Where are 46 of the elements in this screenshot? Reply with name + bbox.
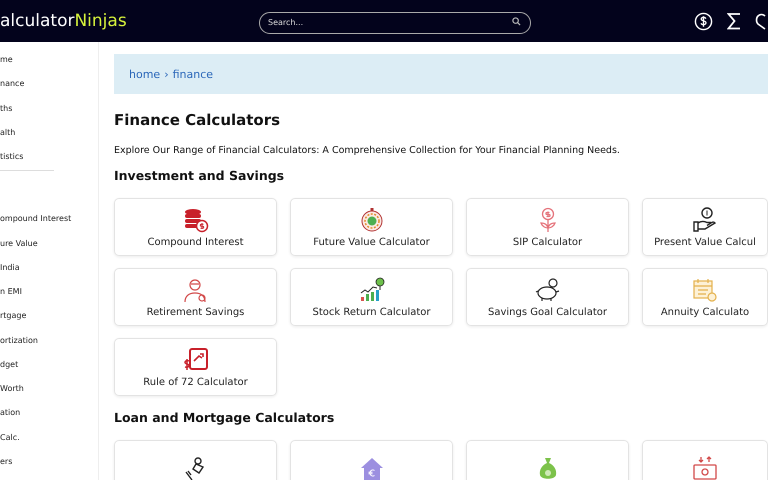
sidebar-link[interactable]: Worth [0, 383, 98, 408]
section-heading: Loan and Mortgage Calculators [114, 410, 336, 427]
sidebar-link[interactable]: ths [0, 102, 98, 127]
calculator-card[interactable]: Retirement Savings [114, 268, 277, 326]
calculator-card[interactable]: Present Value Calcul [642, 198, 768, 256]
site-logo[interactable]: alculatorNinjas [0, 11, 255, 31]
sidebar-link[interactable]: me [0, 54, 98, 78]
calculator-card[interactable]: Future Value Calculator [290, 198, 453, 256]
calculator-card[interactable]: Rule of 72 Calculator [114, 338, 277, 396]
sidebar-link[interactable]: rtgage [0, 310, 98, 334]
section-heading: Investment and Savings [114, 168, 286, 185]
breadcrumb-separator: › [164, 68, 169, 80]
calculator-card[interactable]: Savings Goal Calculator [466, 268, 629, 326]
dollar-icon[interactable] [694, 12, 713, 30]
search-icon[interactable] [512, 16, 521, 26]
sidebar-link[interactable]: Calc. [0, 432, 98, 456]
sidebar-link[interactable]: ure Value [0, 238, 98, 262]
sidebar-link[interactable]: n EMI [0, 286, 98, 310]
sigma-icon[interactable] [727, 12, 741, 30]
sidebar-link[interactable]: ers [0, 456, 98, 480]
calculator-card[interactable]: Stock Return Calculator [290, 268, 453, 326]
sidebar-link[interactable]: ompound Interest [0, 213, 98, 238]
banknote-icon [692, 456, 718, 480]
coin-stack-icon [182, 206, 208, 232]
page-title: Finance Calculators [114, 111, 282, 131]
hand-coin-icon [692, 206, 718, 232]
calculator-card[interactable]: Compound Interest [114, 198, 277, 256]
search-field[interactable]: Search... [259, 12, 531, 34]
breadcrumb-link[interactable]: finance [172, 68, 214, 80]
sidebar-link[interactable]: ation [0, 407, 98, 432]
person-icon [182, 276, 208, 302]
calendar-icon [692, 276, 718, 302]
calculator-card[interactable]: Annuity Calculato [642, 268, 768, 326]
calculator-card[interactable]: SIP Calculator [466, 198, 629, 256]
sidebar-link[interactable]: tistics [0, 151, 98, 176]
chart-dollar-icon [182, 346, 208, 372]
sidebar-link[interactable]: alth [0, 126, 98, 151]
bar-chart-icon [358, 276, 384, 302]
piggy-bank-icon [534, 276, 560, 302]
sidebar-link[interactable]: India [0, 262, 98, 286]
sidebar-link[interactable]: nance [0, 78, 98, 102]
intro-text: Explore Our Range of Financial Calculators: A Comprehensive Collection for Your Financial Planning Needs. [114, 145, 621, 156]
stopwatch-icon [358, 206, 384, 232]
sidebar-link[interactable]: ortization [0, 334, 98, 359]
breadcrumb-link[interactable]: home [129, 68, 160, 80]
sidebar-link[interactable]: dget [0, 358, 98, 383]
